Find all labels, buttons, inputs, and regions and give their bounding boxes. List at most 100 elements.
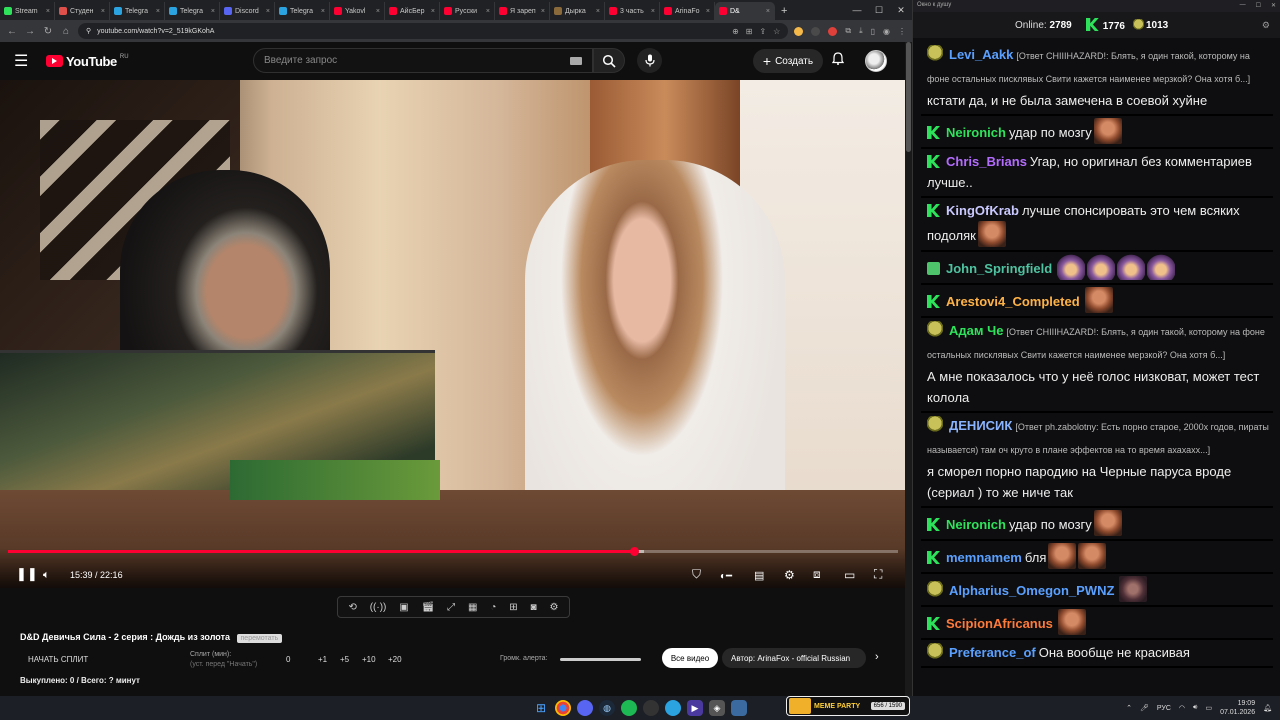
menu-dots-icon[interactable]: ⋮	[898, 27, 906, 36]
tab-close-icon[interactable]: ×	[321, 8, 325, 15]
zoom-icon[interactable]: ⊕	[732, 27, 739, 36]
discord-icon[interactable]	[577, 700, 593, 716]
browser-tab[interactable]: Discord ×	[220, 2, 275, 20]
back-icon[interactable]: ←	[6, 26, 18, 37]
resize-icon[interactable]: ⤢	[447, 602, 455, 613]
chat-maximize-button[interactable]: ☐	[1256, 2, 1261, 10]
chat-emote-icon[interactable]	[1093, 510, 1122, 536]
tab-close-icon[interactable]: ×	[376, 8, 380, 15]
chat-username[interactable]: Адам Че	[949, 323, 1003, 338]
tab-close-icon[interactable]: ×	[101, 8, 105, 15]
chat-username[interactable]: Levi_Aakk	[949, 47, 1013, 62]
tab-close-icon[interactable]: ×	[266, 8, 270, 15]
new-tab-button[interactable]: +	[775, 2, 793, 20]
chevron-right-icon[interactable]: ›	[875, 651, 879, 663]
browser-tab[interactable]: Telegra ×	[165, 2, 220, 20]
chat-close-button[interactable]: ✕	[1271, 2, 1276, 10]
media-player-icon[interactable]: ▶	[687, 700, 703, 716]
speed-icon[interactable]: ◔	[490, 602, 496, 613]
frames-icon[interactable]: ▦	[468, 602, 477, 613]
start-split-button[interactable]: НАЧАТЬ СПЛИТ	[28, 655, 88, 664]
chat-username[interactable]: Chris_Brians	[946, 154, 1027, 169]
title-badge[interactable]: перемотать	[236, 634, 283, 643]
progress-bar[interactable]	[8, 547, 898, 556]
tab-close-icon[interactable]: ×	[541, 8, 545, 15]
language-indicator[interactable]: РУС	[1157, 705, 1171, 712]
bookmark-star-icon[interactable]: ☆	[773, 27, 780, 36]
clock[interactable]: 19:09 07.01.2026	[1220, 699, 1255, 717]
tab-close-icon[interactable]: ×	[596, 8, 600, 15]
chat-username[interactable]: Neironich	[946, 517, 1006, 532]
all-videos-chip[interactable]: Все видео	[662, 648, 718, 668]
start-menu-icon[interactable]: ⊞	[533, 700, 549, 716]
chat-emote-icon[interactable]	[1048, 543, 1077, 569]
tab-close-icon[interactable]: ×	[486, 8, 490, 15]
volume-icon[interactable]: 🔈︎	[43, 569, 50, 582]
screenshot-camera-icon[interactable]: ◙	[531, 602, 537, 613]
tray-chevron-icon[interactable]: ⌃	[1126, 704, 1132, 712]
install-icon[interactable]: ⊞	[746, 27, 753, 36]
notifications-bell-icon[interactable]	[831, 52, 845, 68]
keyboard-icon[interactable]	[570, 56, 582, 65]
home-icon[interactable]: ⌂	[60, 26, 72, 37]
page-scrollbar[interactable]	[905, 42, 912, 696]
address-bar[interactable]: ⚲ youtube.com/watch?v=2_519kGKohA ⊕ ⊞ ⇪ …	[78, 23, 789, 39]
tab-close-icon[interactable]: ×	[706, 8, 710, 15]
chat-emote-icon[interactable]	[1084, 287, 1113, 313]
extension-icon[interactable]	[828, 26, 838, 36]
browser-tab[interactable]: Yakovl ×	[330, 2, 385, 20]
telegram-icon[interactable]	[665, 700, 681, 716]
chat-emote-icon[interactable]	[1087, 254, 1116, 280]
split-add-10-button[interactable]: +10	[362, 655, 376, 664]
video-player[interactable]: ❚❚ 🔈︎ 15:39 / 22:16 ⛉ ◐━ ▤ ⚙ ⧈ ▭ ⛶	[0, 80, 905, 588]
split-add-5-button[interactable]: +5	[340, 655, 349, 664]
puzzle-icon[interactable]: ⧉	[845, 26, 851, 36]
create-button[interactable]: + Создать	[753, 49, 823, 73]
chat-username[interactable]: John_Springfield	[946, 261, 1052, 276]
broadcast-icon[interactable]: ((·))	[370, 602, 387, 613]
speaker-icon[interactable]: 🔊︎	[1193, 704, 1197, 712]
share-icon[interactable]: ⇪	[759, 27, 766, 36]
browser-tab[interactable]: 3 часть ×	[605, 2, 660, 20]
chat-username[interactable]: Alpharius_Omegon_PWNZ	[949, 583, 1114, 598]
download-icon[interactable]: ⤓	[859, 26, 863, 36]
profile-icon[interactable]: ◉	[883, 27, 890, 36]
hamburger-menu-icon[interactable]: ☰	[14, 51, 32, 71]
app-icon[interactable]	[731, 700, 747, 716]
tab-close-icon[interactable]: ×	[156, 8, 160, 15]
voice-search-button[interactable]	[637, 48, 662, 73]
meme-party-widget[interactable]: MEME PARTY 656 / 1590	[786, 696, 910, 716]
chat-emote-icon[interactable]	[1119, 576, 1148, 602]
spotify-icon[interactable]	[621, 700, 637, 716]
chat-username[interactable]: Arestovi4_Completed	[946, 294, 1080, 309]
browser-tab[interactable]: Telegra ×	[275, 2, 330, 20]
search-button[interactable]	[593, 48, 625, 73]
chat-minimize-button[interactable]: —	[1240, 2, 1246, 10]
add-clip-icon[interactable]: ⊞	[509, 602, 517, 613]
miniplayer-icon[interactable]: ⧈	[813, 567, 821, 582]
tab-close-icon[interactable]: ×	[46, 8, 50, 15]
browser-tab[interactable]: ArinaFo ×	[660, 2, 715, 20]
reload-icon[interactable]: ↻	[42, 26, 54, 37]
tab-close-icon[interactable]: ×	[766, 8, 770, 15]
minimize-button[interactable]: —	[846, 0, 868, 20]
browser-tab[interactable]: Stream ×	[0, 2, 55, 20]
maximize-button[interactable]: ☐	[868, 0, 890, 20]
youtube-logo[interactable]: YouTube RU	[46, 54, 129, 69]
shield-icon[interactable]: ⛉	[692, 567, 701, 582]
close-window-button[interactable]: ✕	[890, 0, 912, 20]
author-chip[interactable]: Автор: ArinaFox - official Russian	[722, 648, 866, 668]
extension-settings-icon[interactable]: ⚙	[549, 602, 558, 613]
browser-tab[interactable]: Я зареп ×	[495, 2, 550, 20]
chat-username[interactable]: Neironich	[946, 125, 1006, 140]
watch-later-icon[interactable]: ▣	[399, 602, 408, 613]
split-add-20-button[interactable]: +20	[388, 655, 402, 664]
chat-emote-icon[interactable]	[977, 221, 1006, 247]
clapper-icon[interactable]: 🎬︎	[422, 602, 435, 613]
gamepad-icon[interactable]: ◈	[709, 700, 725, 716]
steam-icon[interactable]: ◍	[599, 700, 615, 716]
site-info-icon[interactable]: ⚲	[86, 27, 91, 35]
chat-username[interactable]: memnamem	[946, 550, 1022, 565]
autoplay-toggle[interactable]: ◐━	[720, 571, 732, 582]
search-input[interactable]: Введите запрос	[253, 48, 593, 73]
